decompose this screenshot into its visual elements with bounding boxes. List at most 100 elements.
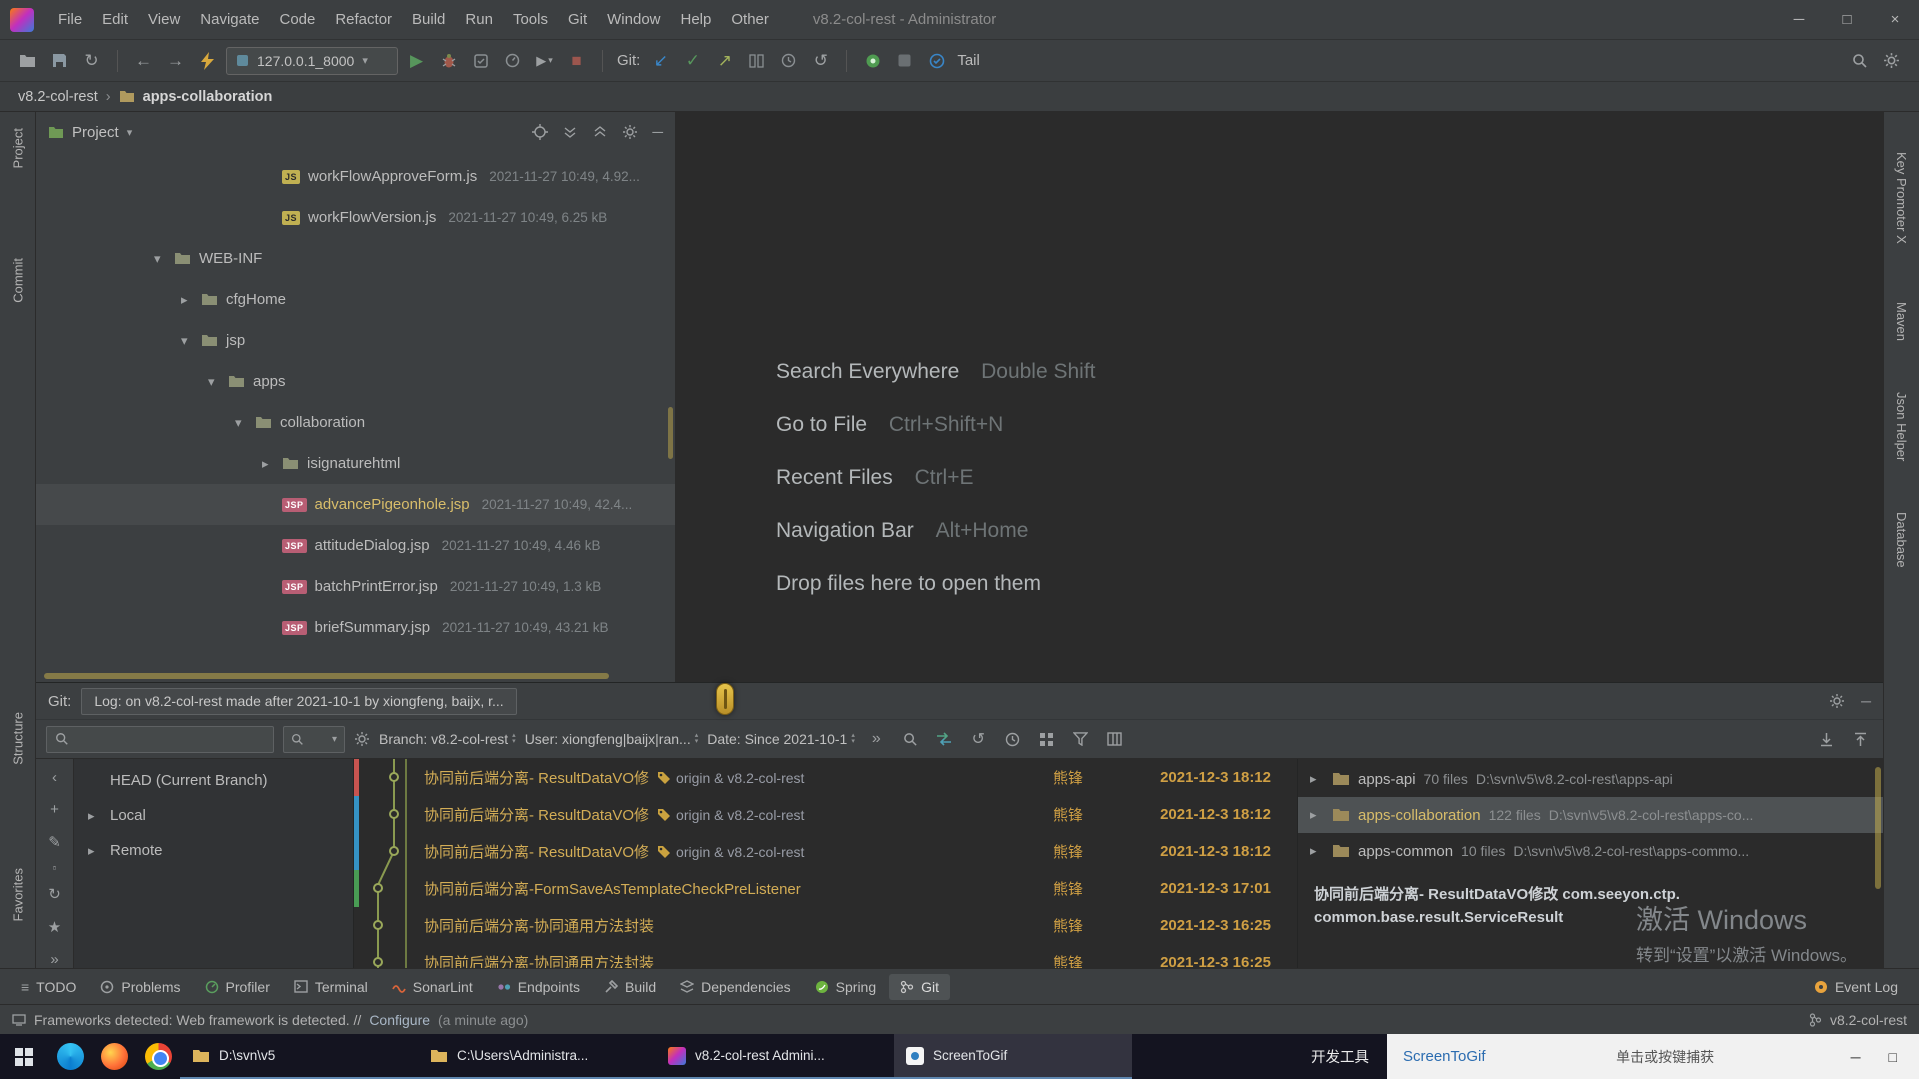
menu-edit[interactable]: Edit <box>92 7 138 32</box>
vertical-scrollbar[interactable] <box>1875 767 1881 889</box>
star-icon[interactable]: ★ <box>48 918 61 936</box>
toolwindow-button-endpoints[interactable]: Endpoints <box>486 974 591 1000</box>
toolwindow-button-spring[interactable]: Spring <box>804 974 887 1000</box>
history-button[interactable] <box>775 47 802 74</box>
hide-panel-icon[interactable]: ─ <box>1861 693 1871 709</box>
taskbar-window-svn-folder[interactable]: D:\svn\v5 <box>180 1034 418 1079</box>
tree-item-workflowapproveform-js[interactable]: JS workFlowApproveForm.js 2021-11-27 10:… <box>36 156 675 197</box>
settings-button[interactable] <box>1878 47 1905 74</box>
lightning-button[interactable] <box>194 47 221 74</box>
gear-icon[interactable] <box>1829 693 1845 709</box>
menu-code[interactable]: Code <box>269 7 325 32</box>
tree-item-isignaturehtml[interactable]: ▸ isignaturehtml <box>36 443 675 484</box>
branch-item-local[interactable]: ▸ Local <box>74 798 353 833</box>
commit-row[interactable]: 协同前后端分离- ResultDataVO修 origin & v8.2-col… <box>354 833 1297 870</box>
coverage-button[interactable] <box>467 47 494 74</box>
tree-item-attitudedialog-jsp[interactable]: JSP attitudeDialog.jsp 2021-11-27 10:49,… <box>36 525 675 566</box>
horizontal-scrollbar[interactable] <box>44 673 609 679</box>
user-filter[interactable]: User: xiongfeng|baijx|ran... ▴▾ <box>525 731 699 747</box>
tree-item-cfghome[interactable]: ▸ cfgHome <box>36 279 675 320</box>
chevron-right-icon[interactable]: ▸ <box>88 808 102 824</box>
menu-run[interactable]: Run <box>455 7 503 32</box>
vertical-scrollbar[interactable] <box>668 407 673 459</box>
refresh-icon[interactable]: ↻ <box>48 885 61 903</box>
filter-button[interactable] <box>1068 727 1093 752</box>
tail-button[interactable] <box>923 47 950 74</box>
git-search-history-combo[interactable]: ▾ <box>283 726 345 753</box>
toolwindow-button-terminal[interactable]: Terminal <box>283 974 379 1000</box>
find-commit-button[interactable] <box>898 727 923 752</box>
collapse-all-icon[interactable] <box>562 124 578 140</box>
rollback-button[interactable]: ↺ <box>807 47 834 74</box>
tree-item-apps[interactable]: ▾ apps <box>36 361 675 402</box>
menu-tools[interactable]: Tools <box>503 7 558 32</box>
screentogif-maximize-button[interactable]: □ <box>1883 1049 1903 1065</box>
git-push-button[interactable]: ↗ <box>711 47 738 74</box>
taskbar-edge-button[interactable] <box>48 1034 92 1079</box>
toolwindow-tab-commit[interactable]: Commit <box>10 258 25 303</box>
chevron-down-icon[interactable]: ▾ <box>181 333 201 349</box>
toolwindow-tab-structure[interactable]: Structure <box>10 712 25 765</box>
commit-row[interactable]: 协同前后端分离-FormSaveAsTemplateCheckPreListen… <box>354 870 1297 907</box>
open-folder-button[interactable] <box>14 47 41 74</box>
tree-item-workflowversion-js[interactable]: JS workFlowVersion.js 2021-11-27 10:49, … <box>36 197 675 238</box>
tray-dev-tools-label[interactable]: 开发工具 <box>1311 1034 1369 1079</box>
more-icon[interactable]: » <box>50 951 58 968</box>
chevron-right-icon[interactable]: ▸ <box>1310 807 1324 823</box>
compare-branches-button[interactable] <box>932 727 957 752</box>
toolwindow-button-problems[interactable]: Problems <box>89 974 191 1000</box>
run-with-dropdown-button[interactable]: ▶▾ <box>531 47 558 74</box>
commit-row[interactable]: 协同前后端分离-协同通用方法封装 熊锋 2021-12-3 16:25 <box>354 944 1297 968</box>
search-everywhere-button[interactable] <box>1846 47 1873 74</box>
services-status-button[interactable] <box>859 47 886 74</box>
diff-button[interactable] <box>743 47 770 74</box>
editor-area[interactable]: Search Everywhere Double Shift Go to Fil… <box>676 112 1883 682</box>
changed-module-row[interactable]: ▸ apps-collaboration 122 files D:\svn\v5… <box>1298 797 1883 833</box>
layout-button[interactable] <box>1102 727 1127 752</box>
taskbar-window-screentogif[interactable]: ScreenToGif <box>894 1034 1132 1079</box>
locate-icon[interactable] <box>532 124 548 140</box>
profile-button[interactable] <box>499 47 526 74</box>
menu-file[interactable]: File <box>48 7 92 32</box>
back-button[interactable]: ← <box>130 47 157 74</box>
run-button[interactable]: ▶ <box>403 47 430 74</box>
chevron-down-icon[interactable]: ▾ <box>208 374 228 390</box>
event-log-button[interactable]: Event Log <box>1803 974 1909 1000</box>
expand-all-icon[interactable] <box>592 124 608 140</box>
date-filter[interactable]: Date: Since 2021-10-1 ▴▾ <box>707 731 855 747</box>
disabled-plugin-button[interactable] <box>891 47 918 74</box>
git-update-button[interactable]: ↙ <box>647 47 674 74</box>
branch-filter[interactable]: Branch: v8.2-col-rest ▴▾ <box>379 731 516 747</box>
project-panel-title[interactable]: Project <box>72 124 119 141</box>
commit-row[interactable]: 协同前后端分离-协同通用方法封装 熊锋 2021-12-3 16:25 <box>354 907 1297 944</box>
toolwindow-button-sonarlint[interactable]: SonarLint <box>381 974 484 1000</box>
chevron-down-icon[interactable]: ▾ <box>154 251 174 267</box>
toolwindow-button-dependencies[interactable]: Dependencies <box>669 974 802 1000</box>
add-icon[interactable]: + <box>50 801 59 818</box>
chevron-right-icon[interactable]: ▸ <box>1310 771 1324 787</box>
save-button[interactable] <box>46 47 73 74</box>
toolwindow-tab-favorites[interactable]: Favorites <box>10 868 25 921</box>
show-history-button[interactable] <box>1000 727 1025 752</box>
maximize-button[interactable]: □ <box>1823 0 1871 39</box>
start-button[interactable] <box>0 1034 48 1079</box>
view-options-button[interactable] <box>1034 727 1059 752</box>
toolwindow-tab-maven[interactable]: Maven <box>1894 302 1909 341</box>
gear-icon[interactable] <box>622 124 638 140</box>
forward-button[interactable]: → <box>162 47 189 74</box>
breadcrumb-root[interactable]: v8.2-col-rest <box>18 89 98 105</box>
more-filters-button[interactable]: » <box>864 727 889 752</box>
sync-button[interactable]: ↻ <box>78 47 105 74</box>
tree-item-batchprinterror-jsp[interactable]: JSP batchPrintError.jsp 2021-11-27 10:49… <box>36 566 675 607</box>
branch-item-head[interactable]: HEAD (Current Branch) <box>74 763 353 798</box>
menu-view[interactable]: View <box>138 7 190 32</box>
toolwindow-button-build[interactable]: Build <box>593 974 667 1000</box>
menu-git[interactable]: Git <box>558 7 597 32</box>
taskbar-firefox-button[interactable] <box>92 1034 136 1079</box>
chevron-right-icon[interactable]: ▸ <box>262 456 282 472</box>
minimize-button[interactable]: ─ <box>1775 0 1823 39</box>
hide-panel-icon[interactable]: ─ <box>652 124 663 141</box>
breadcrumb-current[interactable]: apps-collaboration <box>143 89 273 105</box>
menu-other[interactable]: Other <box>721 7 779 32</box>
collapse-panel-button[interactable] <box>1814 727 1839 752</box>
